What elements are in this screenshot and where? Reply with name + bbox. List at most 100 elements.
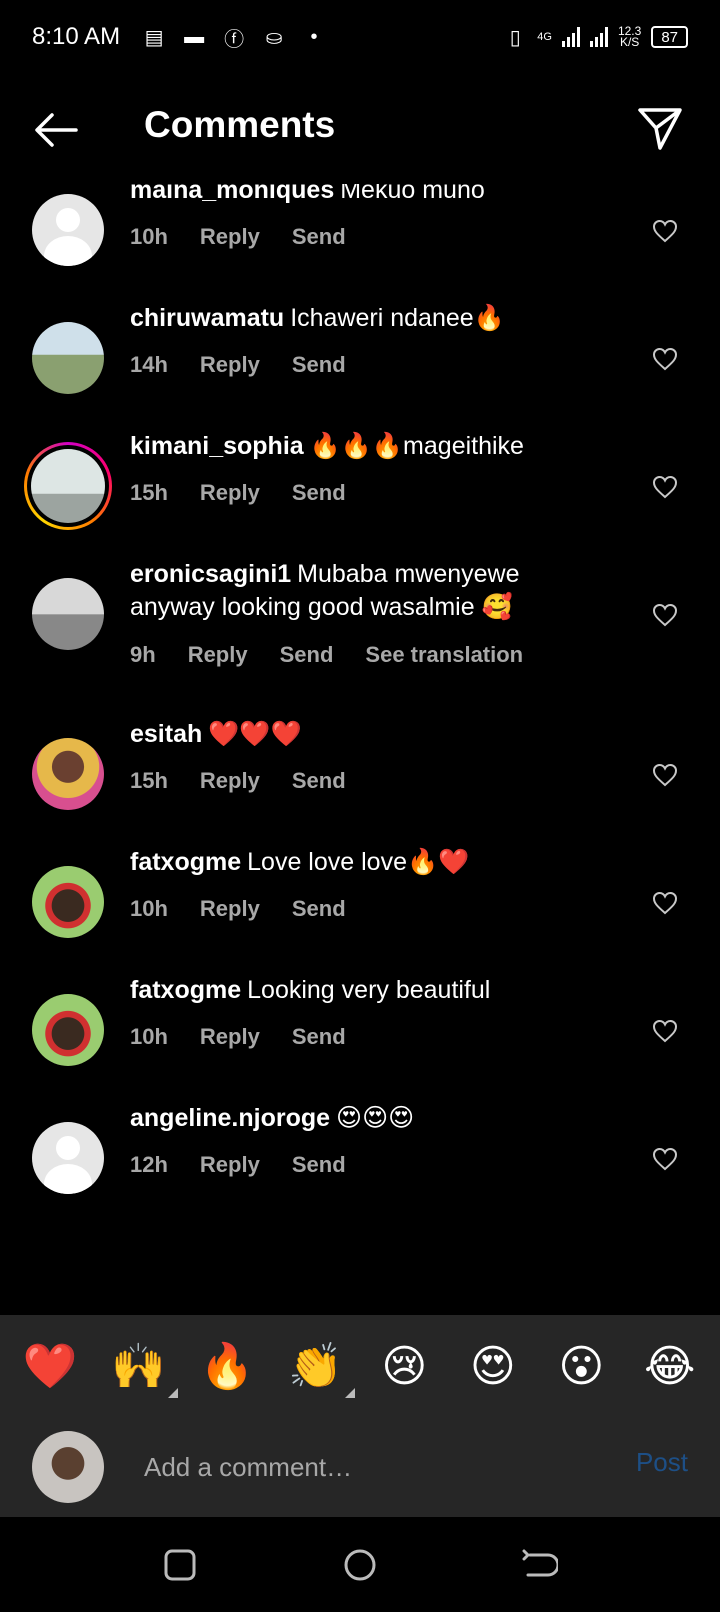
comment-composer: Post — [0, 1417, 720, 1517]
like-heart-icon[interactable] — [652, 763, 678, 787]
comment-username[interactable]: eronicsagini1 — [130, 560, 291, 588]
avatar[interactable] — [32, 738, 104, 810]
reaction-raising-hands-icon[interactable]: 🙌 — [104, 1340, 178, 1398]
comment-username[interactable]: esitah — [130, 720, 202, 748]
system-back-icon[interactable] — [522, 1547, 558, 1583]
comment-meta: 15h Reply Send — [130, 480, 346, 506]
comment-body: ❤️❤️❤️ — [208, 720, 302, 748]
network-speed: 12.3 K/S — [618, 25, 641, 49]
current-user-avatar — [32, 1431, 104, 1503]
back-arrow-icon[interactable] — [32, 110, 80, 150]
comment-text: fatxogme Love love love🔥❤️ — [130, 846, 610, 879]
send-button[interactable]: Send — [292, 1024, 346, 1050]
comment-meta: 9h Reply Send See translation — [130, 642, 523, 668]
reply-button[interactable]: Reply — [200, 480, 260, 506]
reaction-surprised-face-icon[interactable]: 😮 — [546, 1341, 616, 1392]
reaction-emoji: 😂 — [644, 1341, 696, 1391]
comment-body: 😍😍😍 — [336, 1104, 415, 1132]
avatar[interactable] — [32, 1122, 104, 1194]
like-heart-icon[interactable] — [652, 347, 678, 371]
comment-time: 14h — [130, 352, 168, 377]
reaction-crying-face-icon[interactable]: 😢 — [369, 1341, 439, 1392]
comment-time: 15h — [130, 480, 168, 505]
reaction-emoji: 😍 — [469, 1341, 516, 1391]
story-ring[interactable] — [24, 442, 112, 530]
like-heart-icon[interactable] — [652, 1147, 678, 1171]
comment-username[interactable]: angeline.njoroge — [130, 1104, 330, 1132]
like-heart-icon[interactable] — [652, 219, 678, 243]
send-button[interactable]: Send — [292, 768, 346, 794]
like-heart-icon[interactable] — [652, 603, 678, 627]
skin-tone-indicator — [167, 1388, 178, 1398]
recent-apps-icon[interactable] — [162, 1547, 198, 1583]
see-translation-button[interactable]: See translation — [365, 642, 523, 668]
network-speed-unit: K/S — [619, 35, 640, 49]
comment-time: 12h — [130, 1152, 168, 1177]
send-button[interactable]: Send — [292, 1152, 346, 1178]
comment-username[interactable]: kimani_sophia — [130, 432, 304, 460]
like-heart-icon[interactable] — [652, 891, 678, 915]
reaction-fire-icon[interactable]: 🔥 — [192, 1340, 262, 1392]
send-button[interactable]: Send — [292, 480, 346, 506]
comment-body: Love love love🔥❤️ — [247, 848, 470, 876]
send-button[interactable]: Send — [280, 642, 334, 668]
status-time: 8:10 AM — [32, 23, 121, 50]
comment-input[interactable] — [144, 1445, 584, 1489]
reaction-emoji: 👏 — [288, 1342, 344, 1391]
comments-list[interactable]: sinampenda uk16hReplySendSee translation… — [0, 150, 720, 1315]
comment-text: chiruwamatu Ichaweri ndanee🔥 — [130, 302, 610, 335]
more-notifications-dot-icon: • — [310, 25, 318, 48]
quick-reactions-bar: ❤️ 🙌 🔥 👏 😢 😍 😮 😂 — [0, 1315, 720, 1417]
signal-strength-icon — [561, 27, 580, 47]
reply-button[interactable]: Reply — [200, 768, 260, 794]
page-title: Comments — [144, 104, 336, 145]
send-button[interactable]: Send — [292, 224, 346, 250]
comment-username[interactable]: fatxogme — [130, 848, 241, 876]
comment-body: 🔥🔥🔥mageithike — [309, 432, 524, 460]
avatar[interactable] — [32, 322, 104, 394]
cake-notification-icon: ⛀ — [265, 26, 283, 49]
reply-button[interactable]: Reply — [200, 1024, 260, 1050]
story-ring-inner — [27, 445, 109, 527]
header: Comments — [0, 74, 720, 184]
facebook-notification-icon: ⓕ — [224, 28, 245, 51]
reaction-emoji: 🙌 — [111, 1342, 167, 1391]
like-heart-icon[interactable] — [652, 1019, 678, 1043]
comment-username[interactable]: chiruwamatu — [130, 304, 284, 332]
reply-button[interactable]: Reply — [200, 352, 260, 378]
comment-body: Ichaweri ndanee🔥 — [290, 304, 505, 332]
reaction-emoji: 🔥 — [199, 1342, 255, 1391]
reply-button[interactable]: Reply — [188, 642, 248, 668]
comment-time: 10h — [130, 1024, 168, 1049]
comment-meta: 10h Reply Send — [130, 224, 346, 250]
post-button[interactable]: Post — [636, 1447, 688, 1478]
comment-username[interactable]: fatxogme — [130, 976, 241, 1004]
like-heart-icon[interactable] — [652, 475, 678, 499]
comment-text: eronicsagini1 Mubaba mwenyewe anyway look… — [130, 558, 610, 624]
battery-indicator: 87 — [651, 26, 688, 48]
reply-button[interactable]: Reply — [200, 1152, 260, 1178]
send-button[interactable]: Send — [292, 352, 346, 378]
system-nav-bar — [0, 1517, 720, 1612]
reaction-clapping-hands-icon[interactable]: 👏 — [281, 1340, 355, 1398]
reaction-heart-eyes-icon[interactable]: 😍 — [458, 1341, 528, 1392]
avatar[interactable] — [32, 578, 104, 650]
comment-time: 15h — [130, 768, 168, 793]
send-button[interactable]: Send — [292, 896, 346, 922]
comment-time: 10h — [130, 224, 168, 249]
comment-text: kimani_sophia 🔥🔥🔥mageithike — [130, 430, 610, 463]
reaction-laughing-face-icon[interactable]: 😂 — [635, 1341, 705, 1392]
reply-button[interactable]: Reply — [200, 224, 260, 250]
signal-strength-2-icon — [589, 27, 608, 47]
comment-meta: 10h Reply Send — [130, 1024, 346, 1050]
reaction-emoji: 😮 — [558, 1341, 605, 1391]
avatar[interactable] — [31, 449, 105, 523]
direct-message-icon[interactable] — [636, 104, 684, 152]
home-icon[interactable] — [342, 1547, 378, 1583]
avatar[interactable] — [32, 194, 104, 266]
reply-button[interactable]: Reply — [200, 896, 260, 922]
reaction-heart-icon[interactable]: ❤️ — [15, 1340, 85, 1392]
avatar[interactable] — [32, 994, 104, 1066]
status-right: ▯ 4G 12.3 K/S 87 — [503, 25, 688, 50]
avatar[interactable] — [32, 866, 104, 938]
